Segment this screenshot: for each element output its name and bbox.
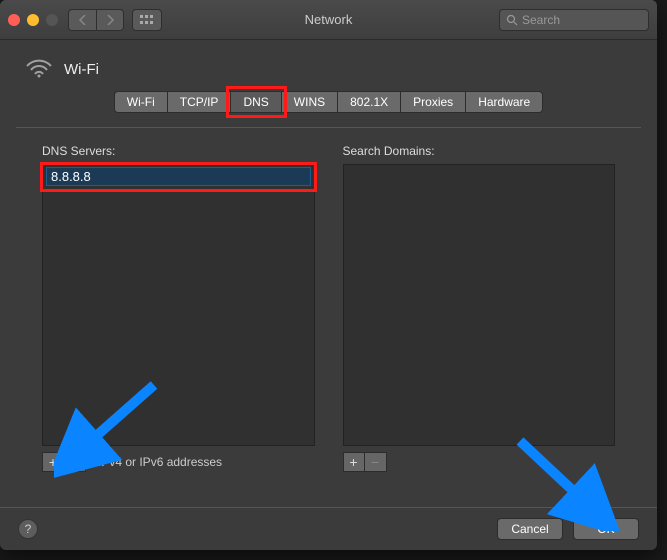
cancel-button[interactable]: Cancel: [497, 518, 563, 540]
tab-proxies[interactable]: Proxies: [401, 91, 466, 113]
tab-wins[interactable]: WINS: [282, 91, 338, 113]
titlebar: Network Search: [0, 0, 657, 40]
interface-name: Wi-Fi: [64, 61, 99, 78]
dns-entry[interactable]: 8.8.8.8: [46, 167, 311, 186]
dns-servers-label: DNS Servers:: [42, 144, 315, 158]
tab-tcpip[interactable]: TCP/IP: [168, 91, 232, 113]
search-domains-column: Search Domains: + −: [343, 144, 616, 472]
tabbar: Wi-FiTCP/IPDNSWINS802.1XProxiesHardware: [0, 91, 657, 123]
search-icon: [506, 14, 518, 26]
show-all-button[interactable]: [132, 9, 162, 31]
forward-button[interactable]: [96, 9, 124, 31]
tab-dns[interactable]: DNS: [231, 91, 281, 113]
search-domains-remove-button: −: [365, 452, 387, 472]
dns-remove-button[interactable]: −: [64, 452, 86, 472]
close-window-button[interactable]: [8, 14, 20, 26]
wifi-icon: [26, 58, 52, 81]
tab-8021x[interactable]: 802.1X: [338, 91, 401, 113]
search-field[interactable]: Search: [499, 9, 649, 31]
dns-servers-column: DNS Servers: 8.8.8.8 + − IPv4 or IPv6 ad…: [42, 144, 315, 472]
ok-button[interactable]: OK: [573, 518, 639, 540]
dns-add-button[interactable]: +: [42, 452, 64, 472]
dns-hint: IPv4 or IPv6 addresses: [98, 455, 222, 469]
dns-panel: DNS Servers: 8.8.8.8 + − IPv4 or IPv6 ad…: [16, 127, 641, 478]
search-domains-label: Search Domains:: [343, 144, 616, 158]
minimize-window-button[interactable]: [27, 14, 39, 26]
network-advanced-window: Network Search Wi-Fi Wi-FiTCP/IPDNSWINS8…: [0, 0, 657, 550]
search-domains-add-remove-group: + −: [343, 452, 387, 472]
search-domains-list[interactable]: [343, 164, 616, 446]
window-controls: [8, 14, 58, 26]
dns-add-remove-group: + −: [42, 452, 86, 472]
bottom-bar: ? Cancel OK: [0, 507, 657, 550]
zoom-window-button: [46, 14, 58, 26]
interface-header: Wi-Fi: [0, 40, 657, 91]
tab-hardware[interactable]: Hardware: [466, 91, 543, 113]
back-button[interactable]: [68, 9, 96, 31]
search-domains-add-button[interactable]: +: [343, 452, 365, 472]
search-placeholder: Search: [522, 13, 560, 27]
nav-buttons: [68, 9, 124, 31]
dns-servers-list[interactable]: 8.8.8.8: [42, 164, 315, 446]
help-button[interactable]: ?: [18, 519, 38, 539]
tab-wifi[interactable]: Wi-Fi: [114, 91, 168, 113]
